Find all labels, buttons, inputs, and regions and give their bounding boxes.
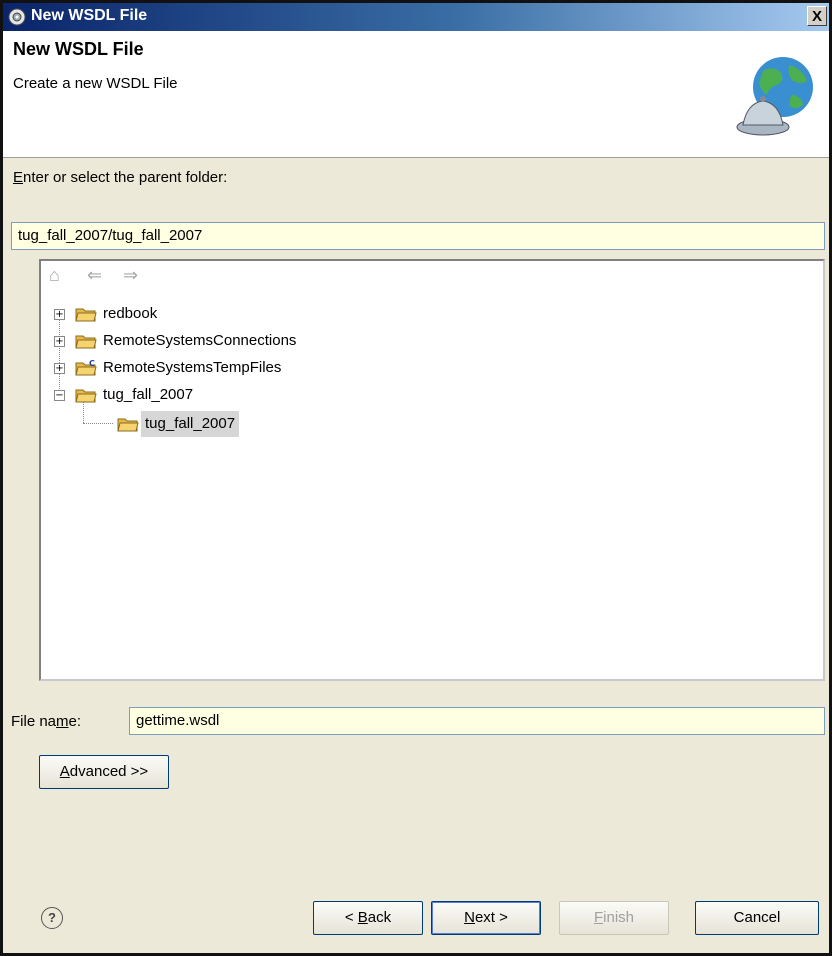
banner-subtitle: Create a new WSDL File: [13, 75, 178, 92]
tree-item[interactable]: + redbook: [41, 301, 821, 327]
parent-folder-label: Enter or select the parent folder:: [13, 169, 227, 186]
home-icon[interactable]: ⌂: [49, 265, 60, 286]
folder-icon: [75, 308, 97, 322]
finish-button[interactable]: Finish: [559, 901, 669, 935]
tree-item[interactable]: + RemoteSystemsConnections: [41, 328, 821, 354]
close-button[interactable]: X: [807, 6, 827, 26]
parent-folder-input[interactable]: tug_fall_2007/tug_fall_2007: [11, 222, 825, 250]
tree-item-label: RemoteSystemsConnections: [103, 332, 297, 349]
window-title: New WSDL File: [31, 7, 148, 24]
button-label: ext >: [474, 909, 508, 926]
back-button[interactable]: < Back: [313, 901, 423, 935]
cancel-button[interactable]: Cancel: [695, 901, 819, 935]
expand-toggle[interactable]: +: [54, 336, 65, 347]
wsdl-globe-icon: [736, 57, 813, 136]
label-text: nter or select the parent folder:: [23, 169, 228, 186]
banner-title: New WSDL File: [13, 39, 144, 59]
advanced-button[interactable]: Advanced >>: [39, 755, 169, 789]
title-bar[interactable]: New WSDL File X: [3, 3, 829, 31]
folder-tree[interactable]: ⌂ ⇐ ⇒ + redbook + RemoteSystemsConnectio…: [39, 259, 825, 681]
accel-char: A: [59, 763, 70, 780]
collapse-toggle[interactable]: −: [54, 390, 65, 401]
tree-item-label: tug_fall_2007: [103, 386, 194, 403]
back-arrow-icon[interactable]: ⇐: [87, 265, 102, 286]
accel-char: F: [593, 909, 604, 926]
file-name-input[interactable]: gettime.wsdl: [129, 707, 825, 735]
button-label: dvanced >>: [69, 763, 149, 780]
label-text: e:: [68, 713, 82, 730]
file-name-label: File name:: [11, 713, 81, 730]
wsdl-dialog: New WSDL File X New WSDL File Create a n…: [0, 0, 832, 956]
open-folder-icon: [117, 418, 139, 432]
help-icon[interactable]: ?: [41, 907, 63, 929]
tree-item[interactable]: − tug_fall_2007: [41, 382, 821, 408]
accel-char: m: [56, 713, 69, 730]
tree-item-selected[interactable]: tug_fall_2007: [41, 411, 821, 437]
tree-item[interactable]: + C RemoteSystemsTempFiles: [41, 355, 821, 381]
closed-project-folder-icon: C: [75, 359, 97, 376]
tree-item-label: tug_fall_2007: [141, 411, 240, 437]
folder-icon: [75, 389, 97, 403]
gear-icon: [8, 8, 26, 26]
expand-toggle[interactable]: +: [54, 363, 65, 374]
accel-char: N: [464, 909, 475, 926]
button-label: <: [344, 909, 358, 926]
button-label: ack: [367, 909, 392, 926]
svg-text:C: C: [89, 359, 95, 368]
forward-arrow-icon[interactable]: ⇒: [123, 265, 138, 286]
expand-toggle[interactable]: +: [54, 309, 65, 320]
label-text: File na: [11, 713, 57, 730]
button-label: inish: [603, 909, 635, 926]
tree-item-label: RemoteSystemsTempFiles: [103, 359, 282, 376]
wizard-banner: New WSDL File Create a new WSDL File: [3, 31, 829, 158]
tree-item-label: redbook: [103, 305, 158, 322]
folder-icon: [75, 335, 97, 349]
accel-char: B: [357, 909, 368, 926]
next-button[interactable]: Next >: [431, 901, 541, 935]
accel-char: E: [13, 169, 24, 186]
